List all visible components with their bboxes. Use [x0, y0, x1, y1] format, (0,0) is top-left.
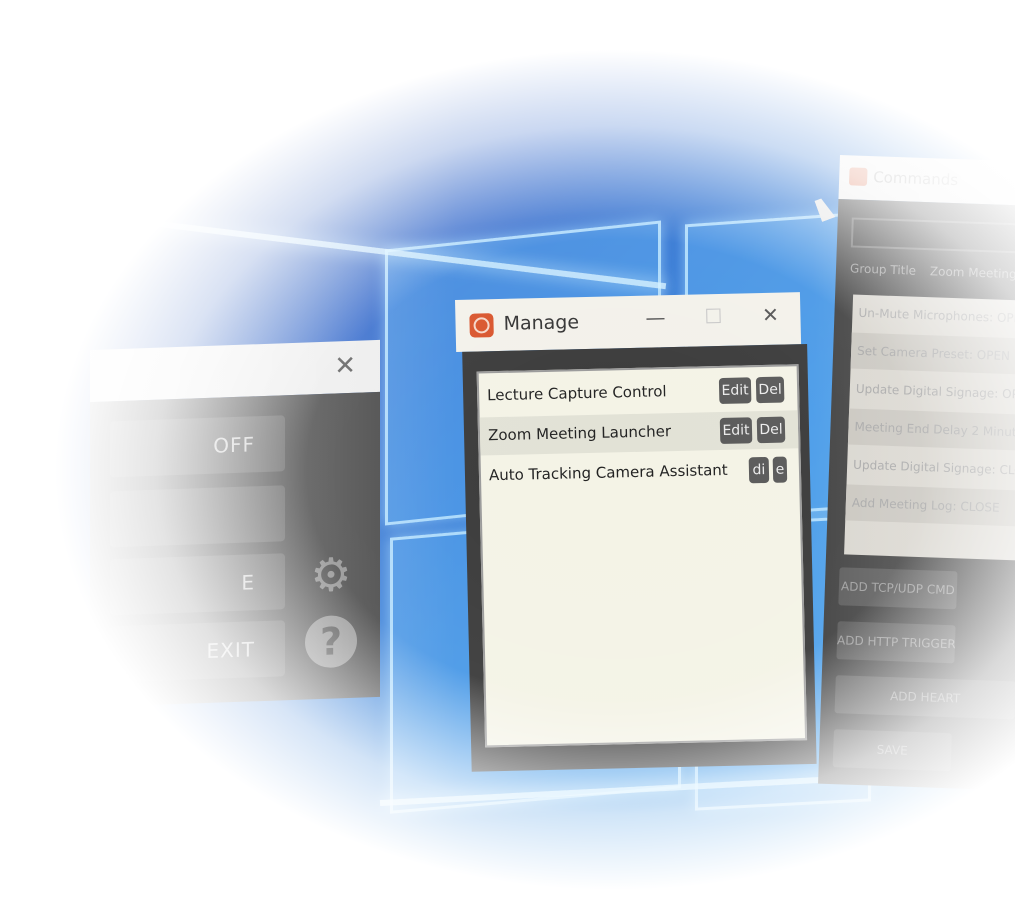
close-icon[interactable]: ✕ — [334, 351, 356, 382]
edit-button[interactable]: di — [748, 456, 770, 484]
column-headers: Group Title Zoom Meeting — [850, 261, 1015, 281]
gear-icon[interactable]: ⚙ — [305, 547, 357, 602]
add-heartbeat-button[interactable]: ADD HEART — [834, 675, 1015, 720]
manage-window-title: Manage — [503, 311, 580, 335]
add-tcp-udp-command-button[interactable]: ADD TCP/UDP CMD — [838, 567, 958, 610]
delete-button[interactable]: e — [772, 456, 788, 483]
manage-window-titlebar[interactable]: Manage — ☐ ✕ — [455, 292, 802, 352]
help-icon[interactable]: ? — [305, 614, 357, 669]
list-item-label: Lecture Capture Control — [486, 382, 667, 405]
column-header-zoom-meeting: Zoom Meeting — [929, 264, 1015, 282]
group-title-input[interactable] — [850, 217, 1015, 254]
command-item[interactable]: Un-Mute Microphones: OPEN — [852, 295, 1015, 337]
edit-button[interactable]: Edit — [718, 377, 752, 405]
manage-window-frame: Lecture Capture Control Edit Del Zoom Me… — [462, 344, 817, 772]
minimize-icon[interactable]: — — [640, 305, 671, 330]
column-header-group-title: Group Title — [849, 261, 917, 278]
commands-window: Commands Group Title Zoom Meeting Un-Mut… — [818, 155, 1015, 791]
exit-button[interactable]: EXIT — [110, 620, 285, 683]
list-item-label: Auto Tracking Camera Assistant — [488, 460, 728, 485]
command-item[interactable]: Meeting End Delay 2 Minutes — [847, 408, 1015, 451]
delete-button[interactable]: Del — [755, 376, 785, 404]
list-item[interactable]: Lecture Capture Control Edit Del — [479, 370, 798, 415]
left-window-button[interactable]: E — [110, 553, 285, 616]
manage-list: Lecture Capture Control Edit Del Zoom Me… — [476, 364, 808, 748]
left-window: ✕ OFF E EXIT ⚙ ? — [90, 339, 380, 710]
commands-window-title: Commands — [872, 168, 959, 190]
command-item[interactable]: Update Digital Signage: CLOSE — [847, 446, 1015, 488]
command-list: Un-Mute Microphones: OPEN Set Camera Pre… — [844, 294, 1015, 561]
command-item[interactable]: Add Meeting Log: CLOSE — [845, 484, 1015, 527]
list-item-label: Zoom Meeting Launcher — [487, 422, 672, 445]
close-icon[interactable]: ✕ — [755, 303, 786, 328]
add-http-trigger-button[interactable]: ADD HTTP TRIGGER — [836, 621, 956, 664]
command-item[interactable]: Update Digital Signage: OPEN — [849, 370, 1015, 412]
list-item[interactable]: Auto Tracking Camera Assistant di e — [481, 450, 800, 495]
maximize-icon[interactable]: ☐ — [698, 304, 729, 329]
list-item[interactable]: Zoom Meeting Launcher Edit Del — [479, 410, 799, 456]
app-logo-icon — [469, 313, 494, 338]
commands-window-titlebar: Commands — [838, 155, 1015, 206]
edit-button[interactable]: Edit — [719, 417, 753, 445]
app-logo-icon — [848, 167, 868, 186]
delete-button[interactable]: Del — [756, 416, 786, 444]
commands-window-body: Group Title Zoom Meeting Un-Mute Microph… — [818, 198, 1015, 791]
command-item[interactable]: Set Camera Preset: OPEN — [850, 332, 1015, 375]
manage-window: Manage — ☐ ✕ Lecture Capture Control Edi… — [455, 292, 821, 772]
power-off-button[interactable]: OFF — [110, 415, 285, 478]
save-button[interactable]: SAVE — [832, 729, 952, 772]
left-window-body: OFF E EXIT ⚙ ? — [90, 391, 380, 708]
left-window-button[interactable] — [110, 485, 285, 548]
